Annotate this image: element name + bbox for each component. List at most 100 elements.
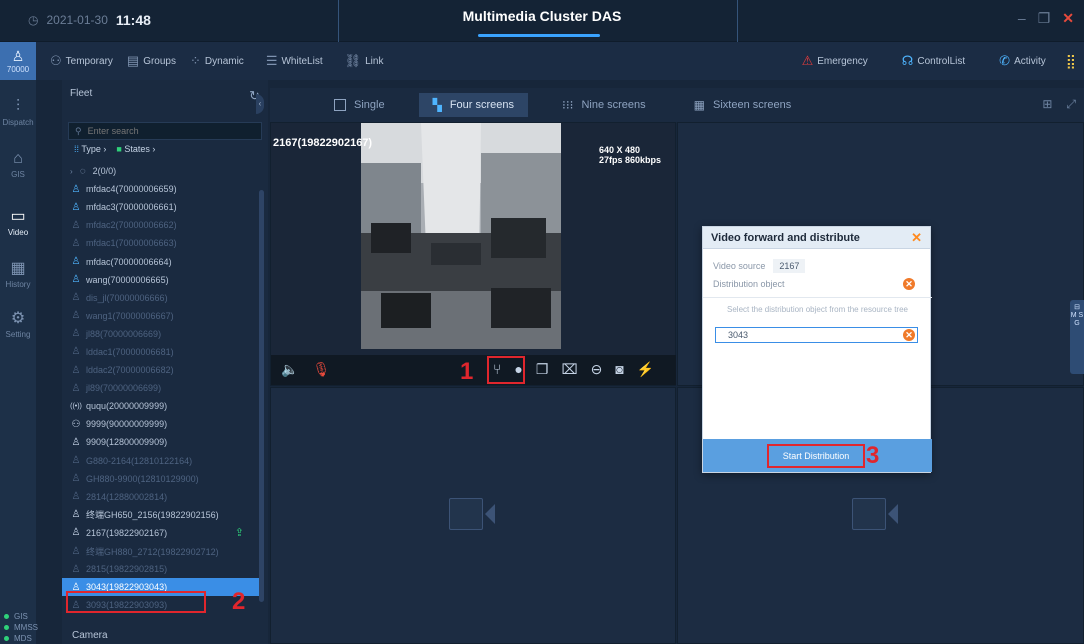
tab-sixteen-screens[interactable]: ▦ Sixteen screens xyxy=(680,93,806,117)
tree-item[interactable]: ♙ wang1(70000006667) xyxy=(70,307,262,325)
window-controls: – ❐ ✕ xyxy=(1018,10,1074,27)
toolbar-temporary[interactable]: ⚇ Temporary xyxy=(50,53,113,69)
tab-four-screens[interactable]: ▚ Four screens xyxy=(418,93,529,117)
tree-item-label: mfdac4(70000006659) xyxy=(86,184,177,195)
video-source-value: 2167 xyxy=(773,259,806,273)
lock-icon[interactable]: ⊖ xyxy=(591,361,603,378)
fleet-header: Fleet ↻ xyxy=(62,80,268,120)
tree-item[interactable]: ♙ 2815(19822902815) xyxy=(70,560,262,578)
mic-muted-icon[interactable]: 🎙 xyxy=(312,361,330,378)
toolbar-emergency[interactable]: ⚠ Emergency xyxy=(802,53,868,69)
restore-button[interactable]: ❐ xyxy=(1038,10,1051,27)
video-channel-label: 2167(19822902167) xyxy=(273,137,373,149)
minimize-button[interactable]: – xyxy=(1018,10,1026,27)
layout-icon[interactable]: ⊞ xyxy=(1042,97,1052,112)
tree-group-label: 2(0/0) xyxy=(92,166,117,177)
fullscreen-icon[interactable]: ⤢ xyxy=(1066,97,1076,112)
tree-item-label: 终端GH650_2156(19822902156) xyxy=(86,510,219,521)
tree-item[interactable]: ♙ 2814(12880002814) xyxy=(70,488,262,506)
view-tabs: Single ▚ Four screens ⁝⁝⁝ Nine screens ▦… xyxy=(270,88,1084,122)
apps-grid-icon[interactable]: ⣿ xyxy=(1066,53,1076,70)
tree-item-label: mfdac2(70000006662) xyxy=(86,220,177,231)
chevron-right-icon: › xyxy=(103,144,107,154)
tree-item[interactable]: ♙ wang(70000006665) xyxy=(70,271,262,289)
capture-icon[interactable]: ◙ xyxy=(615,361,623,378)
camera-section[interactable]: Camera xyxy=(72,630,108,644)
crop-icon[interactable]: ⌧ xyxy=(561,361,577,378)
toolbar-link[interactable]: ⛓ Link xyxy=(345,53,384,69)
user-id: 70000 xyxy=(6,65,30,74)
toolbar-groups[interactable]: ▤ Groups xyxy=(127,53,176,69)
tree-item[interactable]: ♙ jl89(70000006699) xyxy=(70,379,262,397)
tree-item[interactable]: ♙ 终端GH880_2712(19822902712) xyxy=(70,542,262,560)
tree-item[interactable]: ♙ jl88(70000006669) xyxy=(70,325,262,343)
terminal-icon: ♙ xyxy=(71,563,81,575)
nav-gis[interactable]: ⌂ GIS xyxy=(0,150,36,179)
toolbar-whitelist-label: WhiteList xyxy=(281,55,323,67)
tree-item[interactable]: ♙ 9909(12800009909) xyxy=(70,433,262,451)
nav-setting[interactable]: ⚙ Setting xyxy=(0,308,36,339)
start-distribution-button[interactable]: Start Distribution xyxy=(767,444,865,468)
tree-item[interactable]: ♙ mfdac1(70000006663) xyxy=(70,234,262,252)
clear-objects-icon[interactable]: ✕ xyxy=(903,278,915,290)
status-dot xyxy=(4,636,9,641)
annotation-box-distribute xyxy=(487,356,525,384)
toolbar-dynamic[interactable]: ⁘ Dynamic xyxy=(190,53,244,69)
toolbar-activity-label: Activity xyxy=(1014,55,1046,67)
office-camera-feed xyxy=(361,123,561,349)
hangup-icon[interactable]: ⚡ xyxy=(637,361,654,378)
tree-item[interactable]: ♙ lddac1(70000006681) xyxy=(70,343,262,361)
toolbar-controllist[interactable]: ☊ ControlList xyxy=(902,53,965,69)
filter-states[interactable]: ■ States › xyxy=(116,144,155,154)
message-side-tab[interactable]: ⊟ M S G xyxy=(1070,300,1084,374)
toolbar-whitelist[interactable]: ☰ WhiteList xyxy=(266,53,323,69)
snapshot-icon[interactable]: ❐ xyxy=(536,361,549,378)
tree-item[interactable]: ♙ 2167(19822902167) ⇪ xyxy=(70,524,262,542)
search-input[interactable] xyxy=(87,126,238,136)
nav-setting-label: Setting xyxy=(5,330,31,339)
tree-item-label: lddac2(70000006682) xyxy=(86,365,174,376)
dialog-footer: Start Distribution xyxy=(703,439,932,472)
tree-item-label: 9999(90000009999) xyxy=(86,419,168,430)
fleet-scrollbar[interactable] xyxy=(259,190,264,602)
tree-item[interactable]: ♙ 终端GH650_2156(19822902156) xyxy=(70,506,262,524)
sixteen-screens-icon: ▦ xyxy=(693,98,706,112)
tree-item[interactable]: ⚇ 9999(90000009999) xyxy=(70,415,262,433)
tree-item[interactable]: ♙ dis_jl(70000006666) xyxy=(70,289,262,307)
nav-video[interactable]: ▭ Video xyxy=(0,206,36,237)
nav-video-label: Video xyxy=(7,228,29,237)
toolbar-link-label: Link xyxy=(365,55,384,67)
tree-item[interactable]: ♙ mfdac2(70000006662) xyxy=(70,216,262,234)
tree-item[interactable]: ♙ G880-2164(12810122164) xyxy=(70,452,262,470)
tree-item-label: 9909(12800009909) xyxy=(86,437,168,448)
nav-history[interactable]: ▦ History xyxy=(0,258,36,289)
tree-item[interactable]: ((•)) ququ(20000009999) xyxy=(70,397,262,415)
filter-type-label: Type xyxy=(81,144,101,154)
dialog-close-icon[interactable]: ✕ xyxy=(911,230,922,246)
video-screen-1[interactable]: 2167(19822902167) 640 X 480 27fps 860kbp… xyxy=(270,122,676,386)
speaker-icon[interactable]: 🔈 xyxy=(281,361,298,378)
tree-item[interactable]: ♙ lddac2(70000006682) xyxy=(70,361,262,379)
tree-item[interactable]: ♙ mfdac(70000006664) xyxy=(70,252,262,270)
tree-group[interactable]: › ◌ 2(0/0) xyxy=(70,162,262,180)
distribution-object-field[interactable]: 3043 xyxy=(715,327,918,343)
terminal-icon: ♙ xyxy=(71,274,81,286)
tree-item[interactable]: ♙ mfdac4(70000006659) xyxy=(70,180,262,198)
tab-nine-screens[interactable]: ⁝⁝⁝ Nine screens xyxy=(548,93,660,117)
tree-item-label: lddac1(70000006681) xyxy=(86,346,174,357)
top-toolbar: ⚇ Temporary ▤ Groups ⁘ Dynamic ☰ WhiteList ⛓… xyxy=(36,42,1084,80)
tree-item[interactable]: ♙ GH880-9900(12810129900) xyxy=(70,470,262,488)
remove-object-icon[interactable]: ✕ xyxy=(903,329,915,341)
left-nav: ♙ 70000 ⫶ Dispatch ⌂ GIS ▭ Video ▦ Histo… xyxy=(0,42,38,644)
tab-single[interactable]: Single xyxy=(320,93,399,117)
nav-dispatch[interactable]: ⫶ Dispatch xyxy=(0,98,36,127)
tree-item-label: jl88(70000006669) xyxy=(86,328,162,339)
user-badge[interactable]: ♙ 70000 xyxy=(0,42,36,80)
toolbar-activity[interactable]: ✆ Activity xyxy=(999,53,1046,69)
close-button[interactable]: ✕ xyxy=(1062,10,1074,27)
video-screen-3[interactable] xyxy=(270,387,676,644)
tree-item[interactable]: ♙ mfdac3(70000006661) xyxy=(70,198,262,216)
status-dot xyxy=(4,614,9,619)
video-active-icon: ⇪ xyxy=(234,527,244,540)
filter-type[interactable]: ⁞⁞ Type › xyxy=(74,144,106,154)
